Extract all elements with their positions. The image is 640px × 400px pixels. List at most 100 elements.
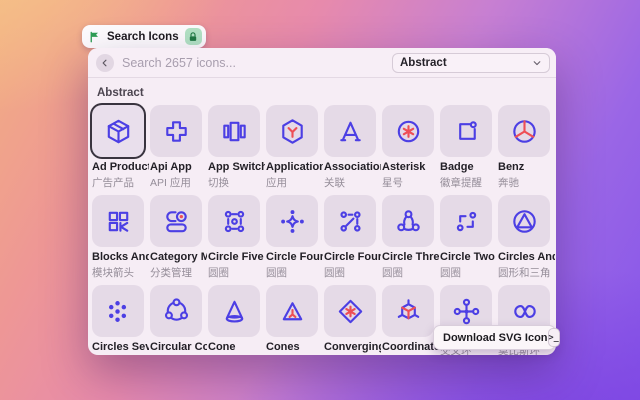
icon-cell-circular-connection[interactable]: Circular Con... 圆形连接: [150, 285, 208, 355]
circle-three-icon: [382, 195, 434, 247]
icon-cell-badge[interactable]: Badge 徽章提醒: [440, 105, 498, 195]
icon-label: App Switch: [208, 161, 265, 173]
icon-label: Cone: [208, 341, 236, 353]
icon-sublabel: 星号: [382, 177, 403, 189]
association-icon: [324, 105, 376, 157]
icon-grid: Ad Product 广告产品 Api App API 应用 App Switc…: [92, 105, 556, 355]
icon-label: Api App: [150, 161, 192, 173]
icon-cell-circles-seven[interactable]: Circles Seven 圆圈: [92, 285, 150, 355]
badge-icon: [440, 105, 492, 157]
benz-icon: [498, 105, 550, 157]
icon-label: Ad Product: [92, 161, 149, 173]
cones-icon: [266, 285, 318, 337]
icon-label: Category M...: [150, 251, 207, 263]
circle-five-line-icon: [208, 195, 260, 247]
ad-product-icon: [92, 105, 144, 157]
icon-label: Circular Con...: [150, 341, 207, 353]
icon-sublabel: 关联: [324, 177, 345, 189]
chevron-left-icon: [102, 59, 107, 66]
dropdown-value: Abstract: [400, 56, 447, 69]
icon-cell-coordinate-system[interactable]: Coordinate... 坐标系统: [382, 285, 440, 355]
pill-title: Search Icons: [107, 30, 179, 43]
chevron-down-icon: [533, 60, 541, 65]
icon-cell-cones[interactable]: Cones 圆锥体: [266, 285, 324, 355]
application-icon: [266, 105, 318, 157]
circles-seven-icon: [92, 285, 144, 337]
icon-label: Coordinate...: [382, 341, 439, 353]
circular-connection-icon: [150, 285, 202, 337]
icon-label: Benz: [498, 161, 525, 173]
terminal-prompt-icon[interactable]: >_: [547, 328, 560, 347]
circle-four-icon: [266, 195, 318, 247]
icon-cell-circle-four-line[interactable]: Circle Four... 圆圈: [324, 195, 382, 285]
search-input[interactable]: [114, 55, 392, 70]
icon-sublabel: 圆圈: [324, 267, 345, 279]
icon-cell-cone[interactable]: Cone 圆锥: [208, 285, 266, 355]
icon-label: Cones: [266, 341, 300, 353]
icon-cell-circle-four[interactable]: Circle Four 圆圈: [266, 195, 324, 285]
icon-cell-application[interactable]: Application... 应用: [266, 105, 324, 195]
icon-cell-circle-three[interactable]: Circle Three 圆圈: [382, 195, 440, 285]
icon-label: Asterisk: [382, 161, 426, 173]
icon-cell-converging-gateway[interactable]: Converging... 汇聚网关: [324, 285, 382, 355]
icon-sublabel: 模块箭头: [92, 267, 134, 279]
icon-sublabel: 广告产品: [92, 177, 134, 189]
category-management-icon: [150, 195, 202, 247]
back-button[interactable]: [96, 53, 114, 72]
icon-label: Association: [324, 161, 381, 173]
icon-label: Circle Four: [266, 251, 323, 263]
icon-label: Circles And...: [498, 251, 555, 263]
api-app-icon: [150, 105, 202, 157]
icon-label: Circles Seven: [92, 341, 149, 353]
icon-cell-circle-two-line[interactable]: Circle Two L... 圆圈: [440, 195, 498, 285]
icon-sublabel: 圆圈: [266, 267, 287, 279]
section-header: Abstract: [97, 87, 144, 99]
circle-four-line-icon: [324, 195, 376, 247]
cone-icon: [208, 285, 260, 337]
icon-cell-category-management[interactable]: Category M... 分类管理: [150, 195, 208, 285]
icon-sublabel: 切换: [208, 177, 229, 189]
icon-label: Circle Four...: [324, 251, 381, 263]
icon-cell-association[interactable]: Association 关联: [324, 105, 382, 195]
icon-cell-asterisk[interactable]: Asterisk 星号: [382, 105, 440, 195]
category-dropdown[interactable]: Abstract: [392, 52, 550, 73]
icon-cell-benz[interactable]: Benz 奔驰: [498, 105, 556, 195]
icon-sublabel: 圆圈: [440, 267, 461, 279]
icon-cell-circles-and-triangles[interactable]: Circles And... 圆形和三角: [498, 195, 556, 285]
search-header: Abstract: [88, 48, 556, 78]
blocks-and-arrows-icon: [92, 195, 144, 247]
circles-and-triangles-icon: [498, 195, 550, 247]
app-switch-icon: [208, 105, 260, 157]
icon-cell-app-switch[interactable]: App Switch 切换: [208, 105, 266, 195]
icon-label: Badge: [440, 161, 474, 173]
icon-cell-blocks-and-arrows[interactable]: Blocks And... 模块箭头: [92, 195, 150, 285]
circle-two-line-icon: [440, 195, 492, 247]
icon-label: Converging...: [324, 341, 381, 353]
icon-sublabel: 分类管理: [150, 267, 192, 279]
icon-sublabel: 奔驰: [498, 177, 519, 189]
flag-icon: [89, 30, 101, 43]
icon-cell-api-app[interactable]: Api App API 应用: [150, 105, 208, 195]
download-action-bar: Download SVG Icon >_: [433, 325, 560, 350]
icon-sublabel: 圆形和三角: [498, 267, 551, 279]
icon-label: Circle Two L...: [440, 251, 497, 263]
icon-sublabel: 应用: [266, 177, 287, 189]
icon-label: Circle Three: [382, 251, 439, 263]
icon-sublabel: 圆圈: [208, 267, 229, 279]
window-title-pill[interactable]: Search Icons: [82, 25, 206, 48]
icon-sublabel: API 应用: [150, 177, 191, 189]
coordinate-system-icon: [382, 285, 434, 337]
icon-label: Application...: [266, 161, 323, 173]
icon-sublabel: 徽章提醒: [440, 177, 482, 189]
converging-gateway-icon: [324, 285, 376, 337]
download-svg-button[interactable]: Download SVG Icon: [443, 332, 548, 344]
icon-cell-circle-five-line[interactable]: Circle Five L... 圆圈: [208, 195, 266, 285]
icon-label: Circle Five L...: [208, 251, 265, 263]
icon-sublabel: 圆圈: [382, 267, 403, 279]
lock-icon: [189, 31, 197, 41]
icon-search-window: Abstract Abstract Ad Product 广告产品 Api Ap…: [88, 48, 556, 355]
extension-badge: [184, 28, 202, 45]
icon-cell-ad-product[interactable]: Ad Product 广告产品: [92, 105, 150, 195]
icon-label: Blocks And...: [92, 251, 149, 263]
asterisk-icon: [382, 105, 434, 157]
